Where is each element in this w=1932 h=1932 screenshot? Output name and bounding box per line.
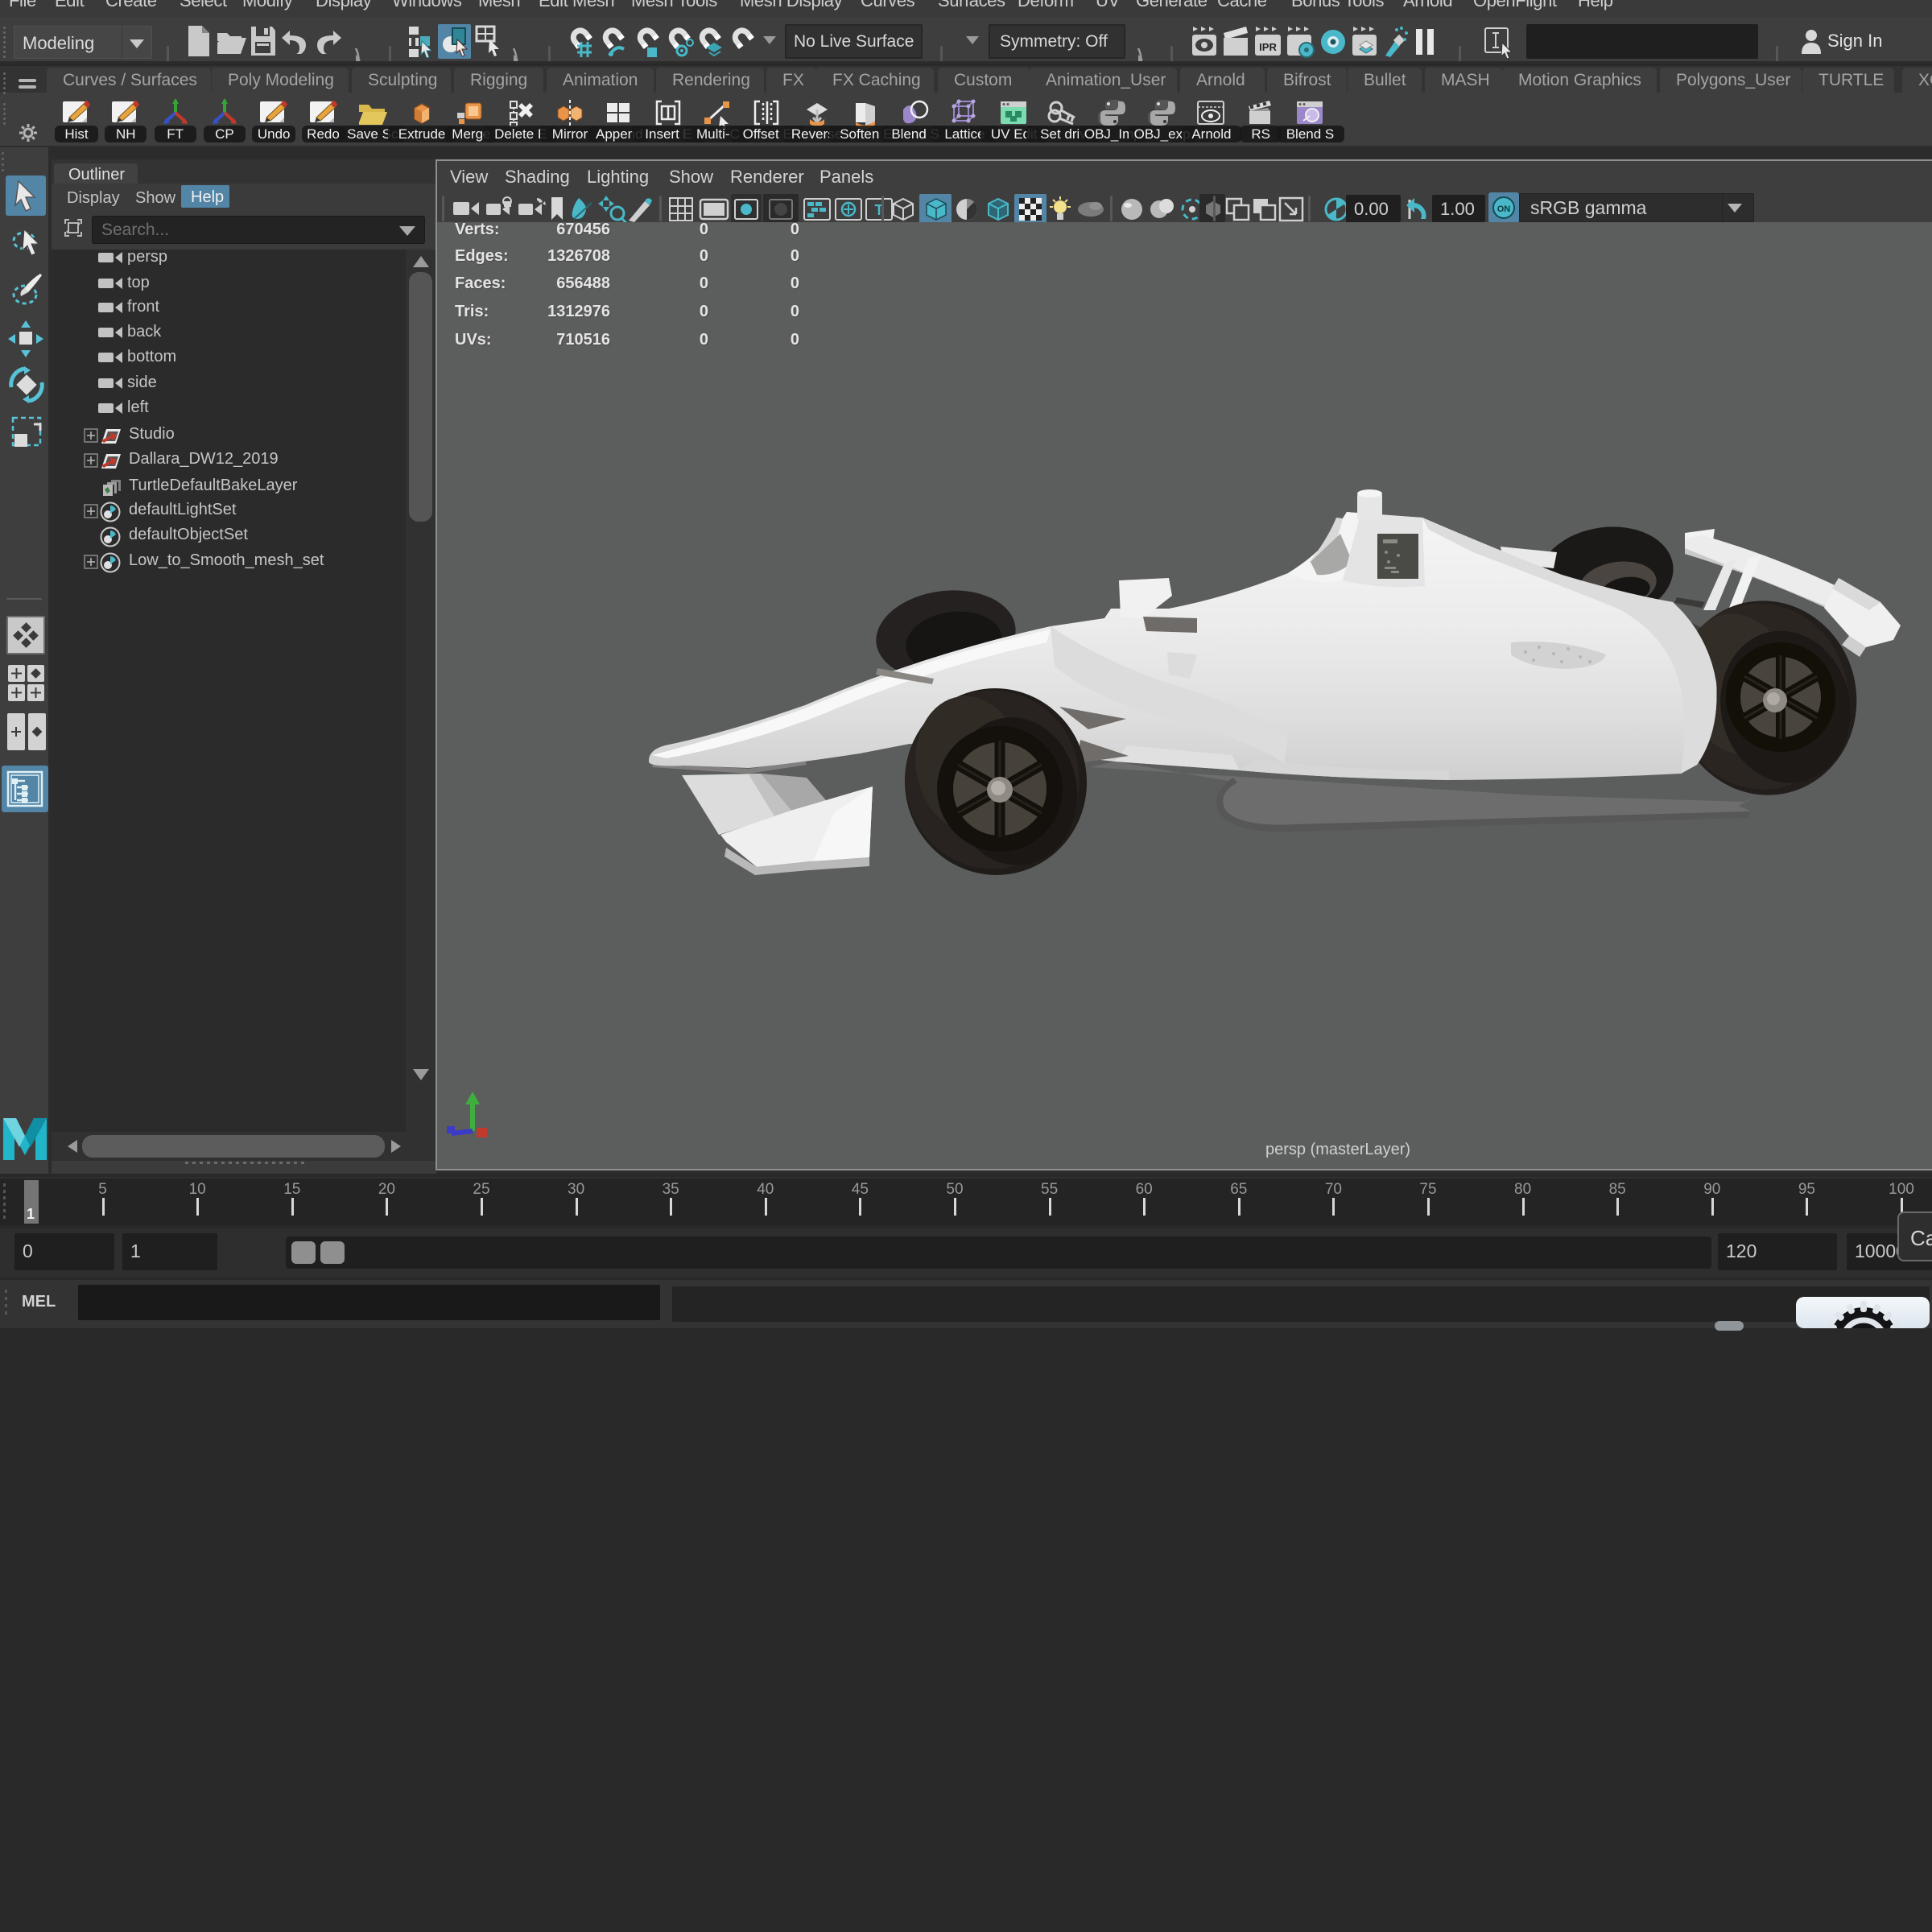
svg-text:IPR: IPR — [1259, 41, 1277, 53]
svg-text:ON: ON — [1497, 204, 1511, 214]
